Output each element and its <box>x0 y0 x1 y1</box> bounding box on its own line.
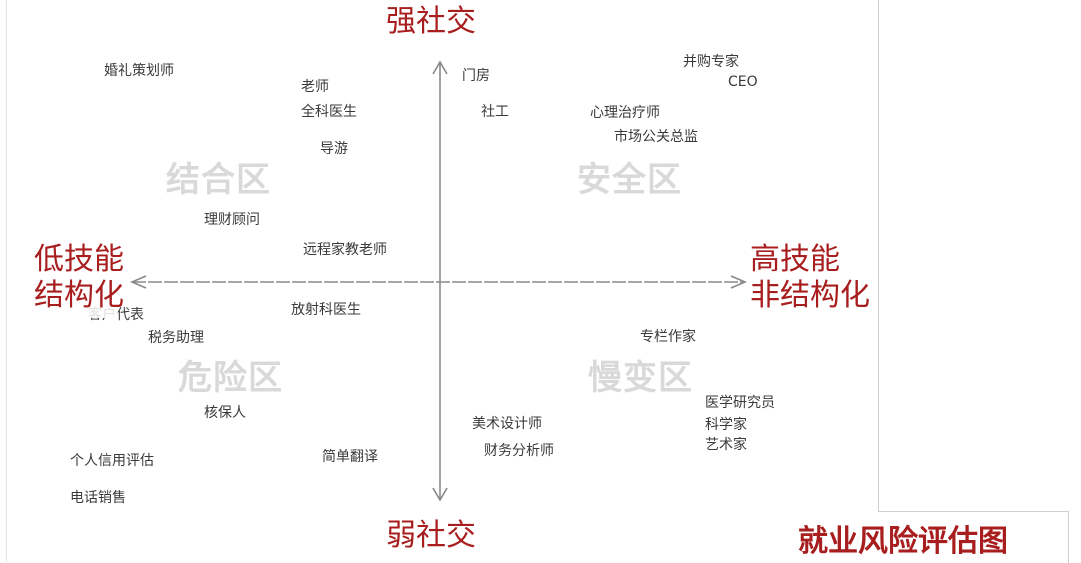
job-label: 理财顾问 <box>204 212 260 228</box>
job-label: 艺术家 <box>705 437 747 453</box>
axis-label-top: 强社交 <box>386 4 476 39</box>
job-label: 门房 <box>462 68 490 84</box>
zone-top-right: 安全区 <box>577 160 682 200</box>
job-label: 放射科医生 <box>291 302 361 318</box>
job-label: 医学研究员 <box>705 395 775 411</box>
job-label: 财务分析师 <box>484 443 554 459</box>
job-label: 个人信用评估 <box>70 453 154 469</box>
job-label: 并购专家 <box>683 54 739 70</box>
job-label: 简单翻译 <box>322 449 378 465</box>
axis-label-right-2: 非结构化 <box>750 278 870 313</box>
axis-label-left-2: 结构化 <box>34 278 124 313</box>
zone-bottom-right: 慢变区 <box>588 358 693 398</box>
job-label: 社工 <box>481 104 509 120</box>
job-label: 科学家 <box>705 417 747 433</box>
job-label: 远程家教老师 <box>303 242 387 258</box>
job-label: 市场公关总监 <box>614 129 698 145</box>
zone-bottom-left: 危险区 <box>178 358 283 398</box>
job-label: 全科医生 <box>301 104 357 120</box>
job-label: 老师 <box>301 79 329 95</box>
job-label: 税务助理 <box>148 330 204 346</box>
job-label: 专栏作家 <box>640 329 696 345</box>
job-label: 电话销售 <box>70 490 126 506</box>
job-label: 导游 <box>320 141 348 157</box>
axis-label-right-1: 高技能 <box>750 242 840 277</box>
job-label: CEO <box>728 74 758 90</box>
job-label: 婚礼策划师 <box>104 63 174 79</box>
diagram-title: 就业风险评估图 <box>798 524 1008 559</box>
axis-label-bottom: 弱社交 <box>386 518 476 553</box>
job-label: 心理治疗师 <box>590 105 660 121</box>
zone-top-left: 结合区 <box>166 160 271 200</box>
job-label: 核保人 <box>204 405 246 421</box>
axis-label-left-1: 低技能 <box>34 242 124 277</box>
job-label: 美术设计师 <box>472 416 542 432</box>
